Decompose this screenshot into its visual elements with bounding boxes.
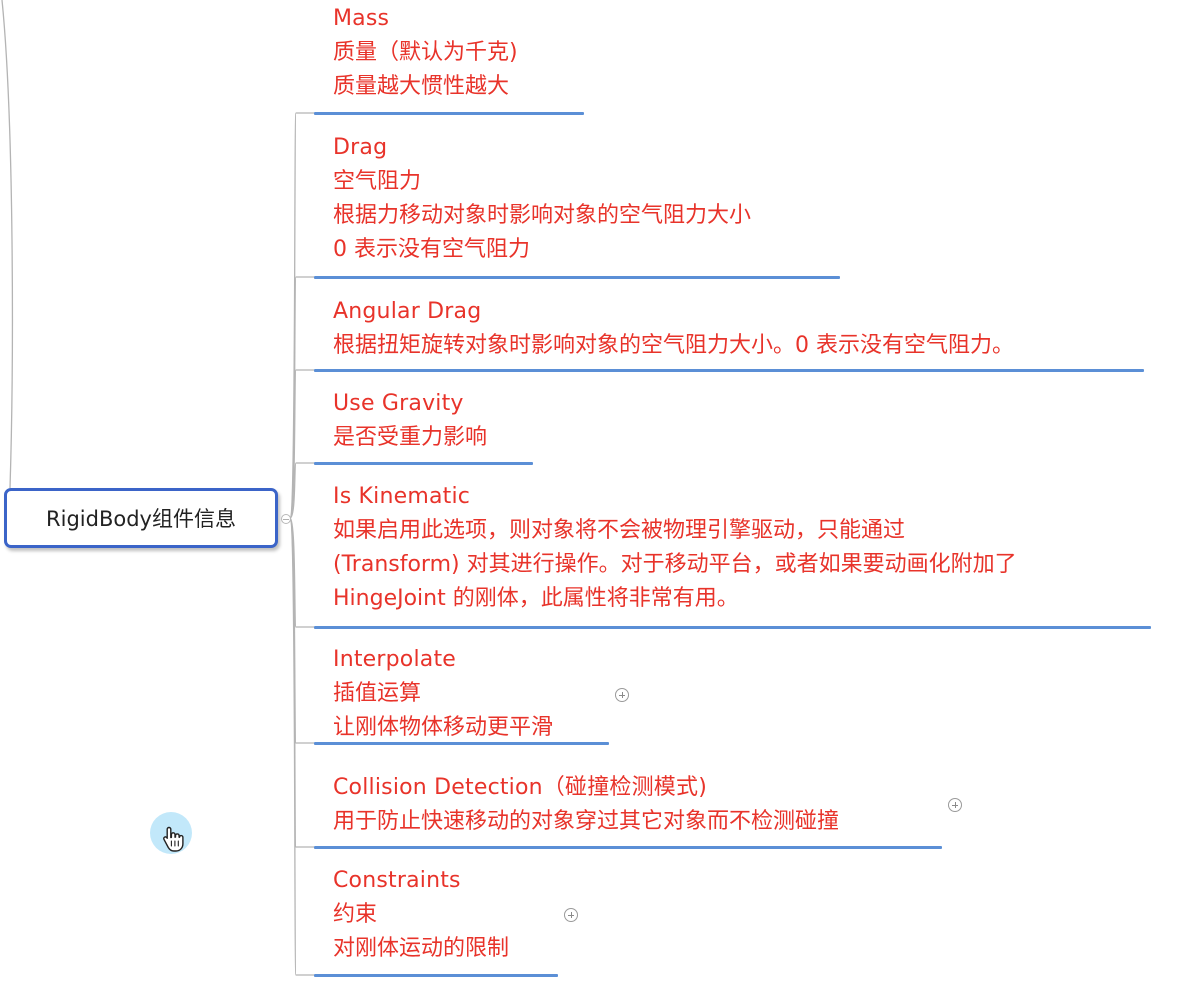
topic-description-line: 如果启用此选项，则对象将不会被物理引擎驱动，只能通过 (333, 518, 906, 543)
topic-description-line: 用于防止快速移动的对象穿过其它对象而不检测碰撞 (333, 809, 840, 834)
topic-mass[interactable]: Mass 质量（默认为千克) 质量越大惯性越大 (333, 2, 518, 104)
topic-title: Collision Detection（碰撞检测模式) (333, 775, 707, 800)
topic-description-line: 根据扭矩旋转对象时影响对象的空气阻力大小。0 表示没有空气阻力。 (333, 333, 1014, 358)
topic-interpolate[interactable]: Interpolate 插值运算让刚体物体移动更平滑 (333, 643, 553, 745)
topic-underline (314, 742, 609, 745)
expand-constraints-plus-circle-icon[interactable] (564, 908, 578, 922)
topic-description-line: 约束 (333, 902, 378, 927)
topic-underline (314, 626, 1151, 629)
topic-description-line: 0 表示没有空气阻力 (333, 237, 530, 262)
topic-description-line: 根据力移动对象时影响对象的空气阻力大小 (333, 203, 752, 228)
topic-description-line: 质量（默认为千克) (333, 40, 518, 65)
topic-underline (314, 974, 558, 977)
topic-underline (314, 462, 533, 465)
topic-description-line: 质量越大惯性越大 (333, 74, 510, 99)
expand-interpolate-plus-circle-icon[interactable] (615, 688, 629, 702)
topic-drag[interactable]: Drag 空气阻力根据力移动对象时影响对象的空气阻力大小 0 表示没有空气阻力 (333, 131, 751, 267)
topic-constraints[interactable]: Constraints 约束对刚体运动的限制 (333, 864, 509, 966)
topic-title: Drag (333, 135, 388, 160)
topic-description-line: 空气阻力 (333, 169, 422, 194)
topic-description-line: 让刚体物体移动更平滑 (333, 715, 554, 740)
topic-description-line: 对刚体运动的限制 (333, 936, 510, 961)
topic-underline (314, 369, 1144, 372)
topic-underline (314, 276, 840, 279)
topic-title: Constraints (333, 868, 461, 893)
expand-collision-detection-plus-circle-icon[interactable] (948, 798, 962, 812)
connector-line (289, 517, 314, 976)
parent-connector-line (1, 0, 14, 489)
root-label: RigidBody组件信息 (46, 507, 236, 531)
topic-title: Use Gravity (333, 391, 464, 416)
topic-description-line: (Transform) 对其进行操作。对于移动平台，或者如果要动画化附加了 (333, 552, 1017, 577)
topic-title: Is Kinematic (333, 484, 471, 509)
topic-title: Angular Drag (333, 299, 482, 324)
topic-description-line: HingeJoint 的刚体，此属性将非常有用。 (333, 586, 739, 611)
root-collapse-icon[interactable] (281, 514, 291, 524)
topic-underline (314, 846, 942, 849)
hand-pointer-icon (163, 826, 184, 852)
topic-description-line: 是否受重力影响 (333, 425, 488, 450)
topic-angular-drag[interactable]: Angular Drag 根据扭矩旋转对象时影响对象的空气阻力大小。0 表示没有空… (333, 295, 1014, 363)
topic-underline (314, 112, 584, 115)
topic-collision-detection[interactable]: Collision Detection（碰撞检测模式) 用于防止快速移动的对象穿过… (333, 771, 839, 839)
topic-use-gravity[interactable]: Use Gravity 是否受重力影响 (333, 387, 487, 455)
topic-title: Mass (333, 6, 390, 31)
topic-title: Interpolate (333, 647, 457, 672)
topic-is-kinematic[interactable]: Is Kinematic 如果启用此选项，则对象将不会被物理引擎驱动，只能通过 (T… (333, 480, 1017, 616)
root-node[interactable]: RigidBody组件信息 (4, 488, 278, 548)
topic-description-line: 插值运算 (333, 681, 422, 706)
